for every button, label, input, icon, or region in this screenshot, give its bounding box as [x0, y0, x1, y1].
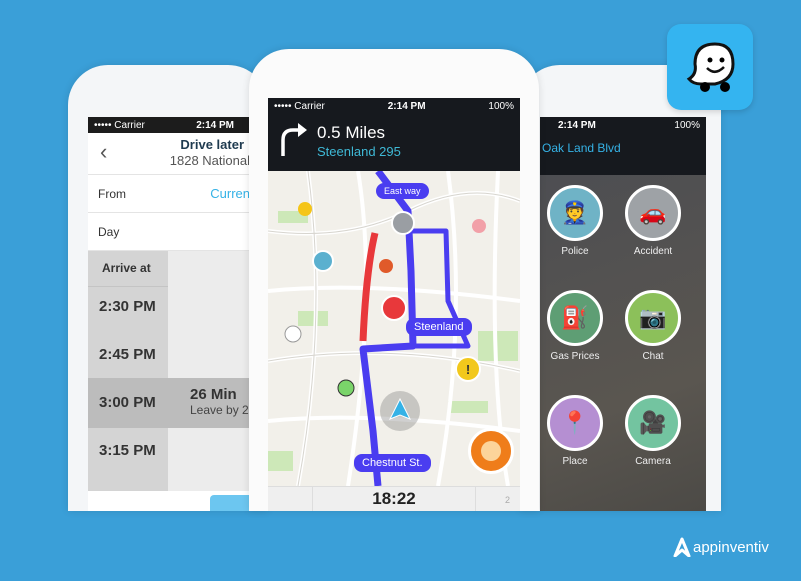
status-bar: 2:14 PM 100%: [540, 117, 706, 133]
time-option[interactable]: 3:15 PM: [88, 442, 168, 459]
center-phone: ••••• Carrier 2:14 PM 100% 0.5 Miles Ste…: [249, 49, 539, 511]
from-row[interactable]: From Curren: [88, 175, 250, 213]
traffic-marker[interactable]: [381, 295, 407, 321]
report-camera-button[interactable]: 🎥: [625, 395, 681, 451]
waze-icon: [686, 42, 735, 92]
police-icon: 👮: [561, 200, 589, 225]
time-option[interactable]: 3:00 PM: [88, 394, 168, 411]
next-street: Steenland 295: [317, 144, 401, 159]
wazer-icon: [298, 202, 312, 216]
report-accident-button[interactable]: 🚗: [625, 185, 681, 241]
time-option[interactable]: 2:30 PM: [88, 298, 168, 315]
bottom-bar: 18:22 2: [268, 486, 520, 511]
left-phone: ••••• Carrier 2:14 PM ‹ Drive later 1828…: [68, 65, 268, 511]
wazer-icon: [337, 379, 355, 397]
clock: 2:14 PM: [196, 119, 234, 131]
status-bar: ••••• Carrier 2:14 PM 100%: [268, 98, 520, 114]
report-label: Police: [561, 246, 589, 257]
arrive-at-header: Arrive at: [88, 251, 168, 287]
report-button[interactable]: [468, 428, 514, 474]
duration: 26 Min: [190, 386, 237, 403]
gas-pump-icon: ⛽: [561, 305, 589, 330]
wazer-icon: [472, 219, 486, 233]
back-icon[interactable]: ‹: [100, 139, 107, 165]
riders-button[interactable]: 2: [475, 487, 520, 511]
street-label: East way: [376, 183, 429, 199]
report-place-button[interactable]: 📍: [547, 395, 603, 451]
from-label: From: [98, 186, 126, 201]
destination: 1828 National: [169, 153, 250, 168]
turn-right-icon: [281, 123, 307, 156]
clock: 2:14 PM: [558, 119, 596, 131]
report-police-button[interactable]: 👮: [547, 185, 603, 241]
wazer-icon: [284, 325, 302, 343]
distance: 0.5 Miles: [317, 123, 386, 142]
accident-icon: 🚗: [639, 200, 667, 225]
right-phone: 2:14 PM 100% Oak Land Blvd 👮 Police 🚗 Accid…: [520, 65, 721, 511]
report-label: Accident: [633, 246, 673, 257]
report-label: Place: [562, 456, 588, 467]
status-bar: ••••• Carrier 2:14 PM: [88, 117, 250, 133]
report-chat-button[interactable]: 📷: [625, 290, 681, 346]
brand-logo: appinventiv: [673, 537, 769, 557]
brand-name: appinventiv: [693, 538, 769, 556]
police-marker[interactable]: [312, 250, 334, 272]
report-label: Camera: [635, 456, 671, 467]
report-icon: [481, 441, 501, 461]
accident-marker[interactable]: [391, 211, 415, 235]
street-name: Oak Land Blvd: [542, 141, 621, 155]
speed-camera-icon: 🎥: [639, 410, 667, 435]
clock: 2:14 PM: [387, 100, 426, 112]
report-label: Gas Prices: [550, 351, 600, 362]
battery: 100%: [488, 100, 514, 112]
appinventiv-logo-icon: [673, 537, 691, 557]
day-label: Day: [98, 224, 120, 239]
street-label: Chestnut St.: [354, 454, 431, 472]
report-label: Chat: [642, 351, 664, 362]
report-gas-prices-button[interactable]: ⛽: [547, 290, 603, 346]
confirm-button[interactable]: [210, 495, 250, 511]
svg-text:!: !: [466, 362, 470, 377]
time-option[interactable]: 2:45 PM: [88, 346, 168, 363]
day-row[interactable]: Day: [88, 213, 250, 251]
from-value[interactable]: Curren: [210, 186, 250, 201]
header: ‹ Drive later 1828 National: [88, 133, 250, 175]
carrier: ••••• Carrier: [274, 100, 325, 112]
carrier: ••••• Carrier: [94, 119, 145, 131]
place-icon: 📍: [561, 410, 589, 435]
street-label: Steenland: [406, 318, 472, 336]
riders-count: 2: [504, 495, 510, 505]
leave-by: Leave by 2: [190, 403, 249, 417]
wazer-icon: [379, 259, 393, 273]
chat-camera-icon: 📷: [639, 305, 667, 330]
waze-logo: [667, 24, 753, 110]
page-title: Drive later: [180, 137, 244, 152]
battery: 100%: [674, 119, 700, 131]
